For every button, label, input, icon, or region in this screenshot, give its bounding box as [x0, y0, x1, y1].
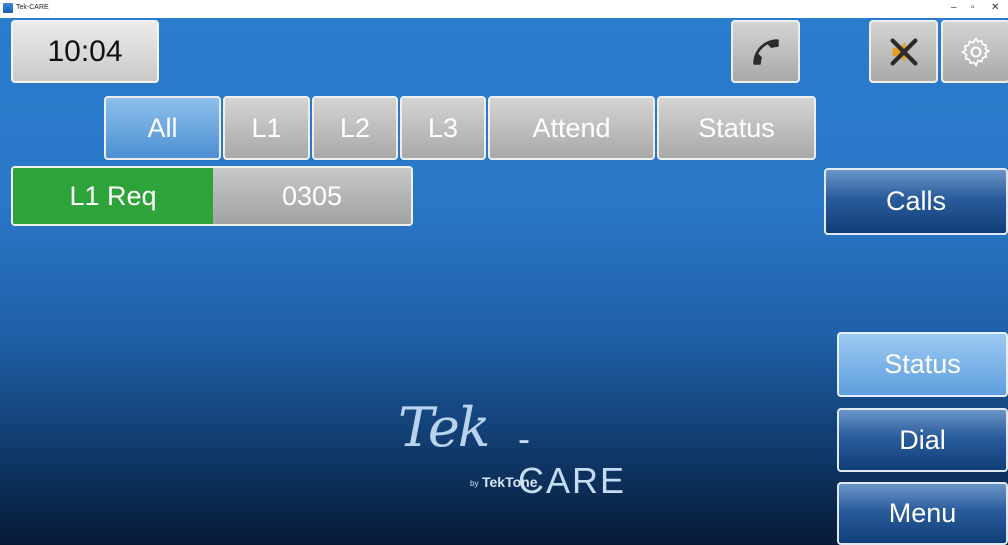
status-button[interactable]: Status [837, 332, 1008, 397]
mute-button[interactable] [869, 20, 938, 83]
tab-l3[interactable]: L3 [400, 96, 486, 160]
app-icon [3, 3, 13, 13]
logo-brand: TekTone [482, 474, 538, 490]
settings-button[interactable] [941, 20, 1008, 83]
tab-attend[interactable]: Attend [488, 96, 655, 160]
tab-status[interactable]: Status [657, 96, 816, 160]
request-row[interactable]: L1 Req 0305 [11, 166, 413, 226]
menu-button[interactable]: Menu [837, 482, 1008, 545]
gear-icon [960, 36, 990, 67]
phone-button[interactable] [731, 20, 800, 83]
main-screen: 10:04 All L1 L2 L3 Attend Status L1 Req … [0, 18, 1008, 545]
request-type: L1 Req [13, 168, 213, 224]
tab-l1[interactable]: L1 [223, 96, 310, 160]
minimize-button[interactable]: – [951, 2, 957, 14]
request-room: 0305 [213, 168, 411, 224]
dial-button[interactable]: Dial [837, 408, 1008, 472]
logo-script: Tek [398, 396, 491, 459]
clock-display: 10:04 [11, 20, 159, 83]
calls-button[interactable]: Calls [824, 168, 1008, 235]
tab-l2[interactable]: L2 [312, 96, 398, 160]
restore-button[interactable]: ▫ [971, 2, 975, 14]
window-titlebar: Tek-CARE – ▫ ✕ [0, 0, 1008, 18]
speaker-muted-icon [890, 38, 917, 65]
logo-by: by [470, 479, 479, 488]
tek-care-logo: Tek -CARE by TekTone [398, 396, 638, 516]
window-title: Tek-CARE [16, 4, 49, 11]
close-button[interactable]: ✕ [991, 2, 999, 14]
phone-handset-icon [752, 38, 779, 65]
tab-all[interactable]: All [104, 96, 221, 160]
